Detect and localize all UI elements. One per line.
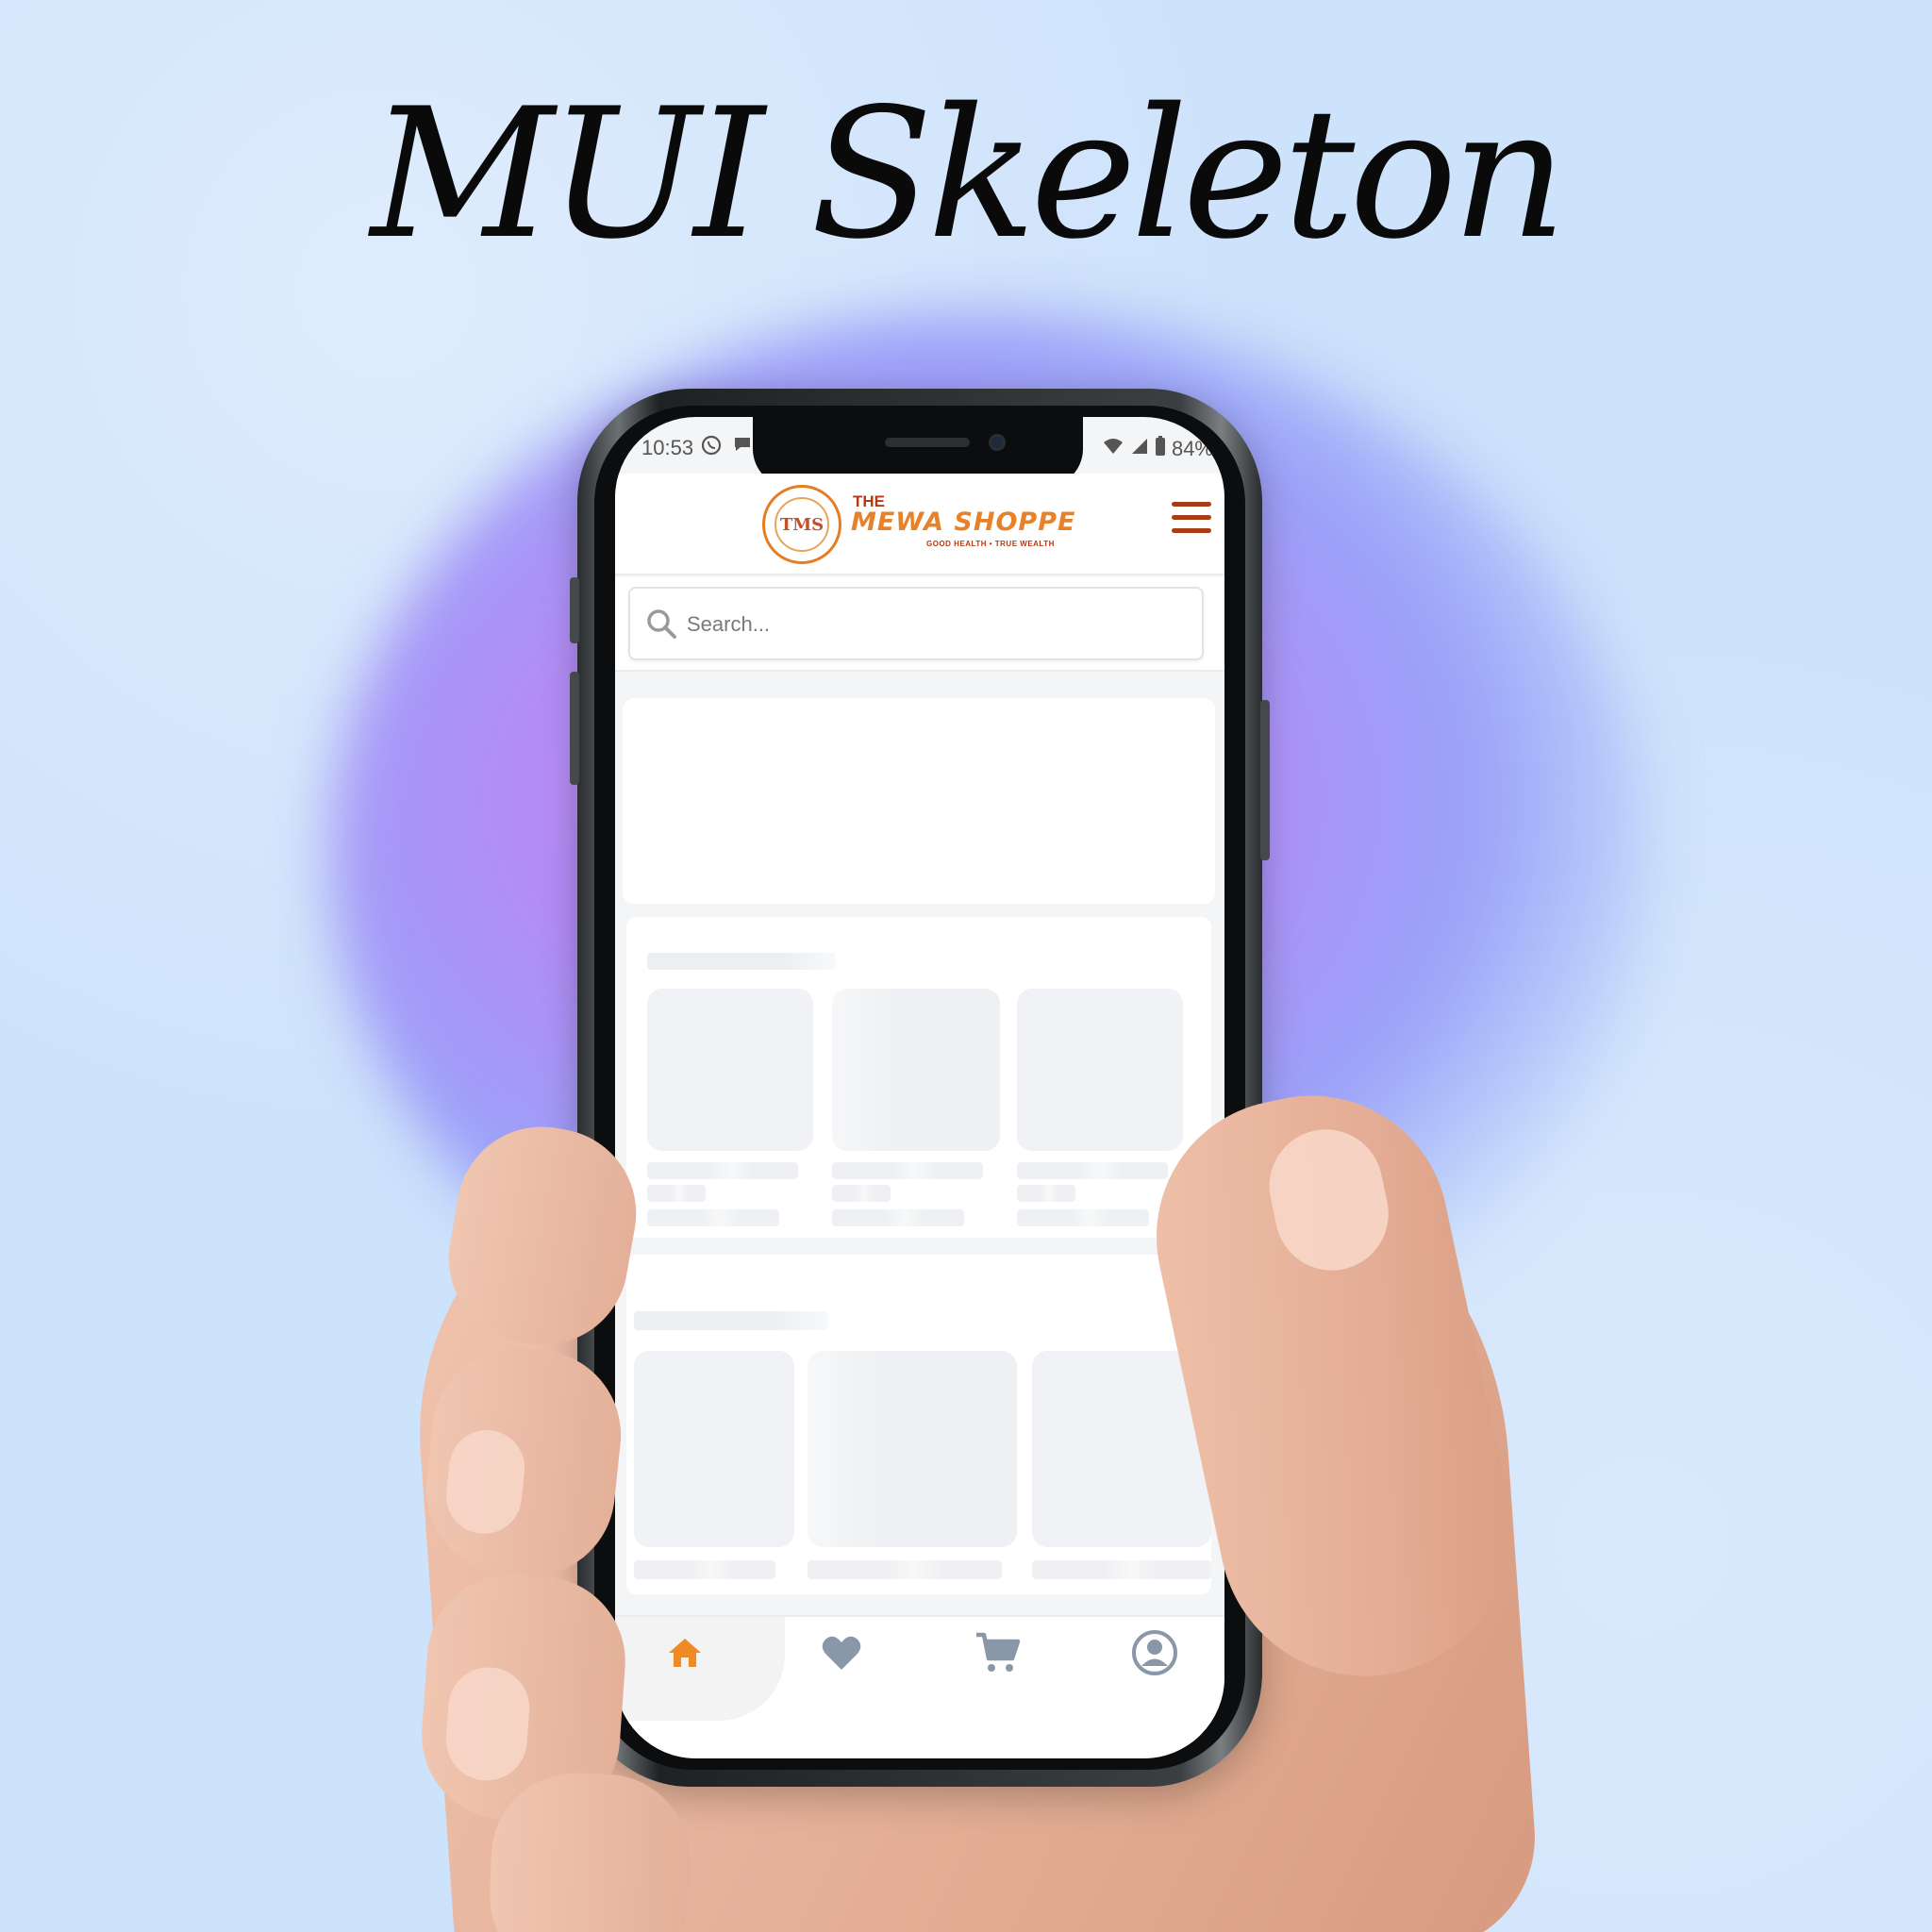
cart-icon — [974, 1632, 1022, 1678]
headline: MUI Skeleton — [370, 70, 1567, 278]
product-button-skeleton — [647, 1209, 779, 1226]
phone-power-button — [1260, 700, 1270, 860]
front-camera — [989, 434, 1006, 451]
product-price-skeleton — [832, 1185, 891, 1202]
brand-name: MEWA SHOPPE — [851, 508, 1076, 537]
product-section-skeleton — [626, 917, 1211, 1238]
product-image-skeleton — [634, 1351, 794, 1547]
search-icon — [645, 608, 677, 640]
user-circle-icon — [1131, 1629, 1178, 1681]
finger-nail — [442, 1426, 529, 1538]
finger-nail — [442, 1664, 533, 1784]
phone-frame: 10:53 84% TMS THE MEWA SHOPPE GOOD HEALT… — [570, 389, 1270, 1787]
nav-cart[interactable] — [970, 1626, 1026, 1683]
logo[interactable]: TMS — [762, 485, 841, 564]
nav-wishlist[interactable] — [813, 1626, 870, 1683]
speaker — [885, 438, 970, 447]
product-name-skeleton — [634, 1560, 775, 1579]
product-image-skeleton — [1017, 989, 1183, 1151]
whatsapp-icon — [700, 434, 723, 462]
signal-icon — [1130, 437, 1149, 461]
product-image-skeleton — [647, 989, 813, 1151]
phone-side-button — [570, 577, 579, 643]
battery-percent: 84% — [1171, 437, 1213, 460]
product-name-skeleton — [808, 1560, 1002, 1579]
section-title-skeleton — [634, 1311, 828, 1330]
product-section-skeleton — [626, 1255, 1211, 1594]
brand-tagline: GOOD HEALTH • TRUE WEALTH — [926, 540, 1055, 548]
product-name-skeleton — [647, 1162, 798, 1179]
chat-icon — [732, 434, 753, 460]
product-price-skeleton — [1017, 1185, 1075, 1202]
hamburger-menu-icon[interactable] — [1172, 502, 1215, 540]
wifi-icon — [1102, 437, 1124, 461]
product-name-skeleton — [1017, 1162, 1168, 1179]
product-name-skeleton — [1032, 1560, 1211, 1579]
battery-icon — [1155, 436, 1166, 462]
product-button-skeleton — [832, 1209, 964, 1226]
search-input[interactable] — [687, 606, 1177, 643]
app-header: TMS THE MEWA SHOPPE GOOD HEALTH • TRUE W… — [615, 474, 1224, 575]
section-title-skeleton — [647, 953, 836, 970]
nav-home[interactable] — [657, 1626, 713, 1683]
home-icon — [666, 1636, 704, 1674]
status-right: 84% — [1102, 436, 1213, 462]
product-button-skeleton — [1017, 1209, 1149, 1226]
nav-account[interactable] — [1126, 1626, 1183, 1683]
product-image-skeleton — [808, 1351, 1017, 1547]
phone-volume-button — [570, 672, 579, 785]
product-image-skeleton — [832, 989, 1000, 1151]
search-box[interactable] — [628, 587, 1204, 660]
logo-monogram: TMS — [774, 497, 829, 552]
status-time: 10:53 — [641, 436, 694, 459]
heart-icon — [821, 1634, 862, 1676]
bottom-navigation — [615, 1615, 1224, 1758]
search-area — [615, 577, 1224, 672]
banner-skeleton — [623, 698, 1215, 904]
product-price-skeleton — [647, 1185, 706, 1202]
product-name-skeleton — [832, 1162, 983, 1179]
thumb-nail — [1258, 1119, 1399, 1281]
phone-screen: 10:53 84% TMS THE MEWA SHOPPE GOOD HEALT… — [615, 417, 1224, 1758]
